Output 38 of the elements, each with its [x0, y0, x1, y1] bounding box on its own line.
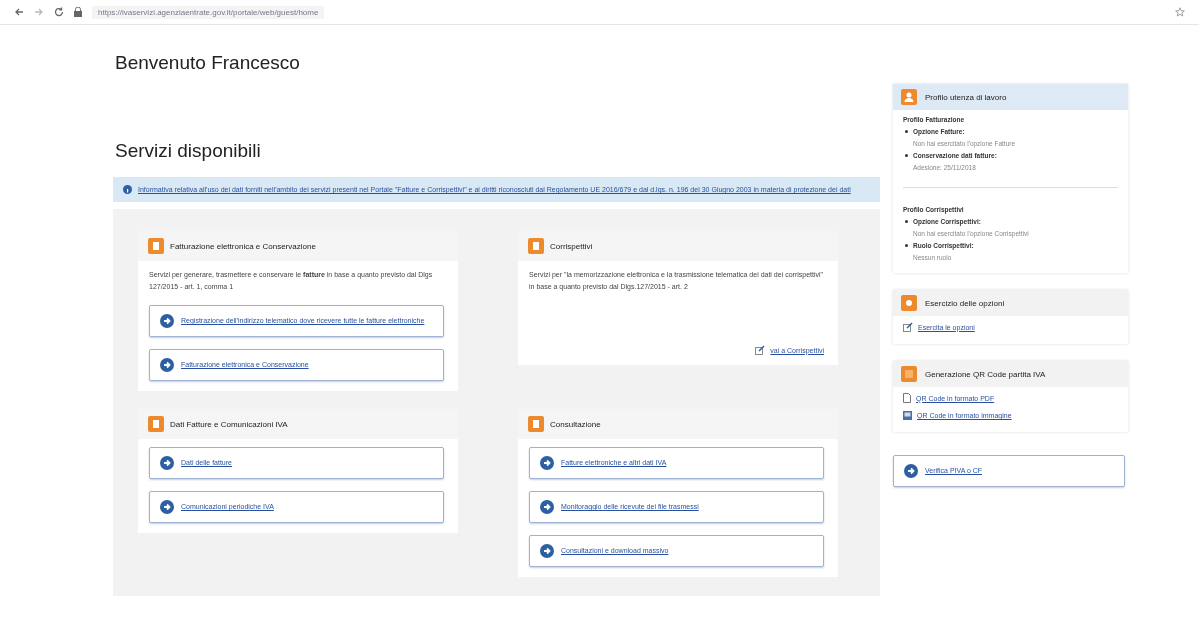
lock-icon [74, 7, 82, 17]
edit-icon [755, 345, 766, 355]
document-icon [148, 238, 164, 254]
grid-icon [901, 366, 917, 382]
arrow-circle-icon [540, 500, 554, 514]
card-title: Consultazione [550, 419, 601, 429]
arrow-circle-icon [540, 456, 554, 470]
bullet-icon [905, 130, 908, 133]
section-heading: Servizi disponibili [114, 140, 262, 162]
star-icon[interactable] [1175, 7, 1185, 17]
card-title: Corrispettivi [550, 241, 593, 251]
welcome-heading: Benvenuto Francesco [114, 52, 301, 74]
arrow-circle-icon [904, 464, 918, 478]
user-icon [901, 89, 917, 105]
card-title: Dati Fatture e Comunicazioni IVA [170, 419, 288, 429]
reload-icon[interactable] [54, 7, 64, 17]
arrow-circle-icon [160, 314, 174, 328]
back-icon[interactable] [14, 7, 24, 17]
bullet-icon [905, 244, 908, 247]
document-icon [528, 416, 544, 432]
arrow-circle-icon [160, 456, 174, 470]
card-title: Fatturazione elettronica e Conservazione [170, 241, 316, 251]
panel-title: Esercizio delle opzioni [925, 298, 1005, 308]
arrow-circle-icon [160, 358, 174, 372]
gear-icon [901, 295, 917, 311]
edit-icon [903, 322, 913, 332]
panel-title: Generazione QR Code partita IVA [925, 369, 1046, 379]
url-text[interactable]: https://ivaservizi.agenziaentrate.gov.it/portale/web/guest/home [92, 5, 325, 19]
arrow-circle-icon [160, 500, 174, 514]
document-icon [903, 393, 911, 403]
document-icon [528, 238, 544, 254]
info-icon [123, 185, 132, 194]
image-icon [903, 411, 912, 420]
document-icon [148, 416, 164, 432]
bullet-icon [905, 154, 908, 157]
panel-title: Profilo utenza di lavoro [925, 92, 1007, 102]
bullet-icon [905, 220, 908, 223]
arrow-circle-icon [540, 544, 554, 558]
